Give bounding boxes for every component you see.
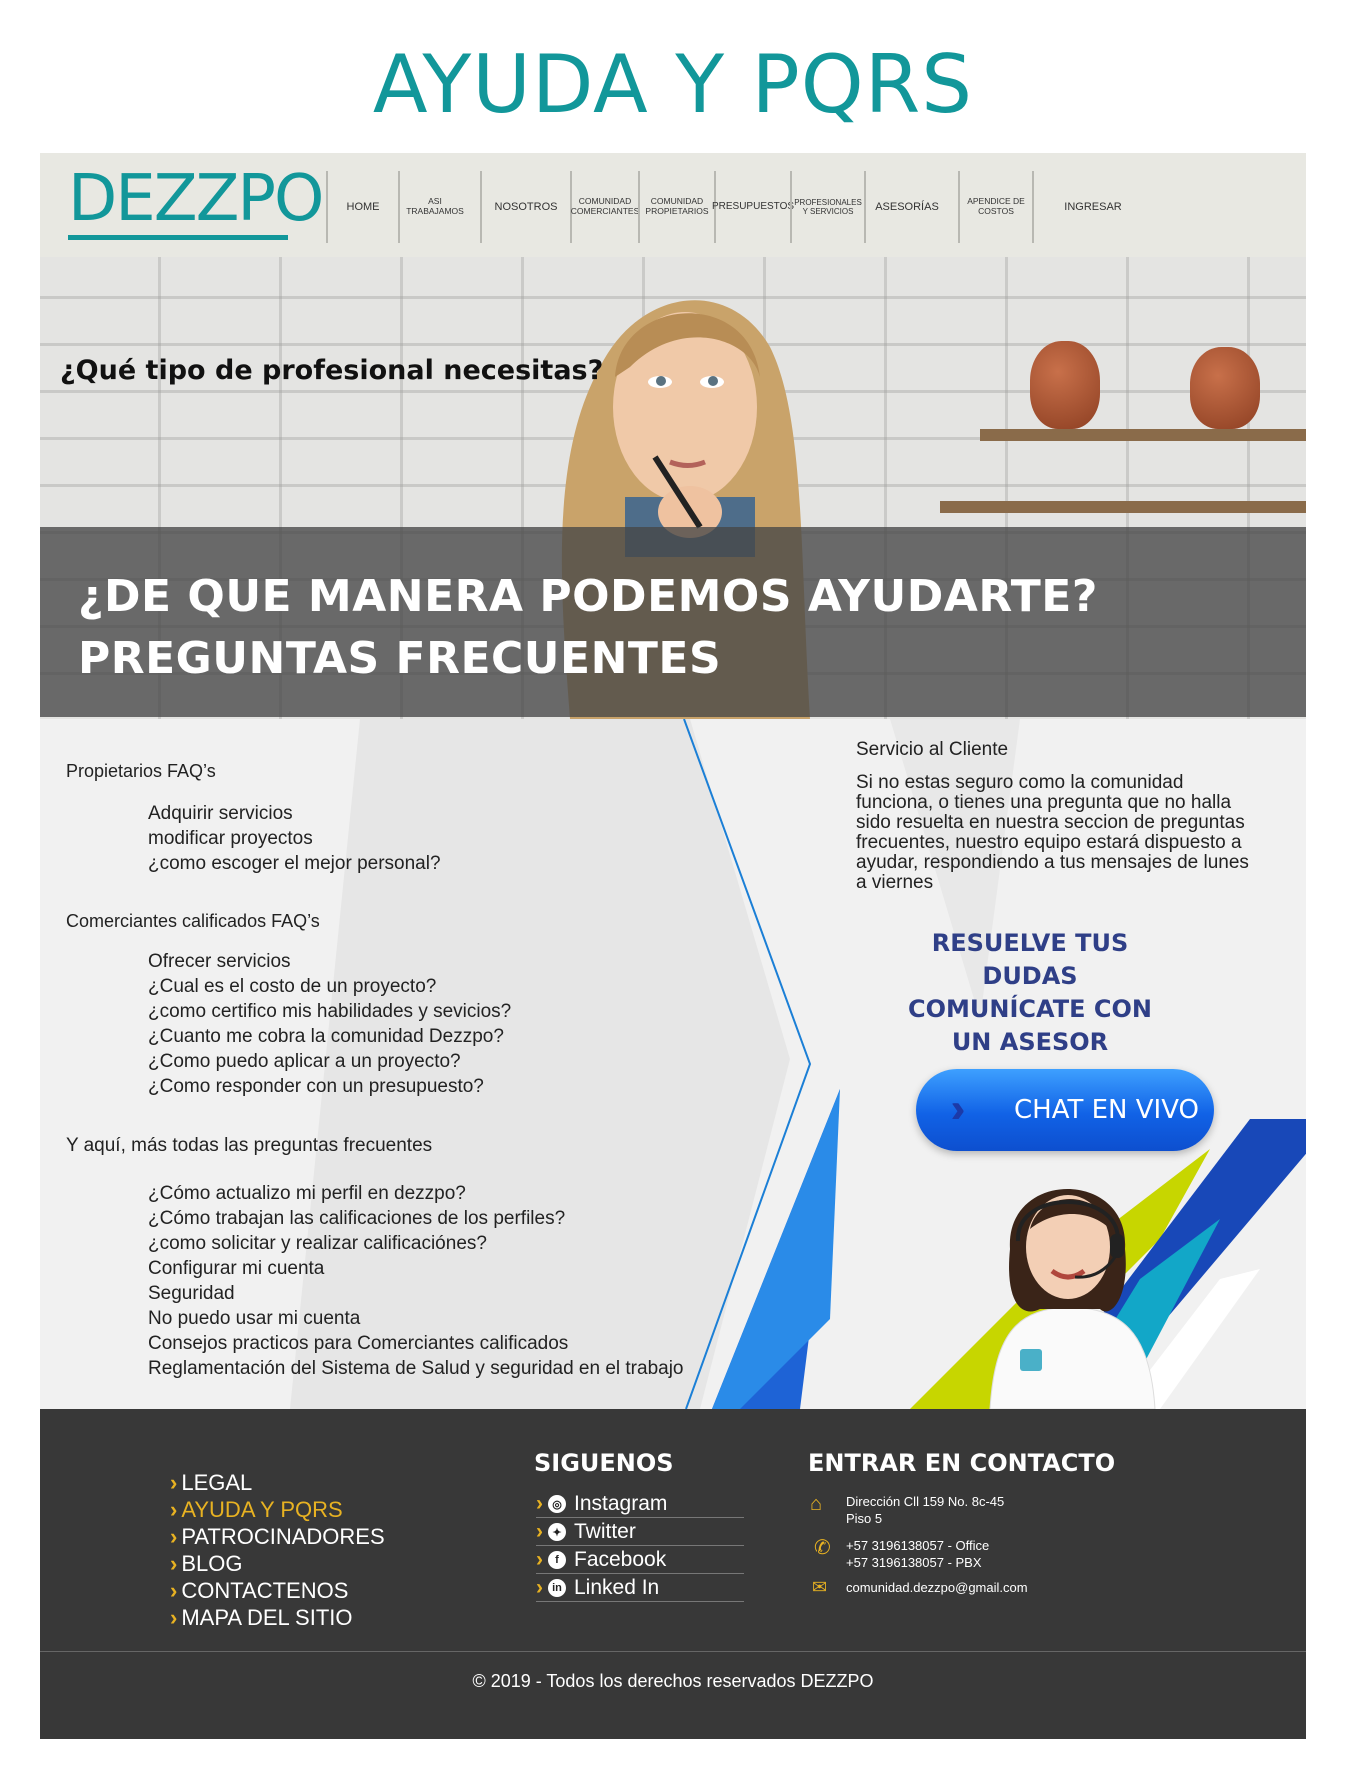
faq-link[interactable]: No puedo usar mi cuenta: [148, 1306, 684, 1331]
faq-link[interactable]: Adquirir servicios: [148, 801, 441, 826]
faq-general-title: Y aquí, más todas las preguntas frecuent…: [66, 1135, 433, 1156]
hero-headline-line1: ¿DE QUE MANERA PODEMOS AYUDARTE?: [78, 571, 1098, 622]
footer-link-blog[interactable]: › BLOG: [170, 1550, 385, 1577]
phone-icon: ✆: [814, 1537, 831, 1559]
service-title: Servicio al Cliente: [856, 739, 1009, 760]
chevron-right-icon: ›: [170, 1605, 178, 1630]
site-footer: › LEGAL › AYUDA Y PQRS › PATROCINADORES › BL…: [40, 1409, 1306, 1739]
home-icon: ⌂: [810, 1493, 823, 1515]
clay-pot-image: [1190, 347, 1260, 429]
kitchen-shelf: [980, 429, 1306, 441]
address-line: Dirección Cll 159 No. 8c-45: [846, 1494, 1005, 1509]
cta-line: COMUNÍCATE CON: [908, 995, 1152, 1023]
faq-main-section: Propietarios FAQ’s Adquirir servicios mo…: [40, 719, 1306, 1409]
faq-link[interactable]: ¿Cuanto me cobra la comunidad Dezzpo?: [148, 1024, 511, 1049]
footer-link-legal[interactable]: › LEGAL: [170, 1469, 385, 1496]
nav-presupuestos[interactable]: PRESUPUESTOS: [712, 171, 794, 243]
faq-link[interactable]: Consejos practicos para Comerciantes cal…: [148, 1331, 684, 1356]
chevron-right-icon: ›: [536, 1520, 543, 1543]
address-line: Piso 5: [846, 1511, 883, 1526]
chevron-right-icon: ›: [170, 1470, 178, 1495]
chevron-right-icon: ›: [170, 1551, 178, 1576]
footer-link-mapa[interactable]: › MAPA DEL SITIO: [170, 1604, 385, 1631]
chevron-right-icon: ›: [536, 1576, 543, 1599]
nav-profesionales-servicios[interactable]: PROFESIONALES Y SERVICIOS: [790, 171, 864, 243]
nav-nosotros[interactable]: NOSOTROS: [480, 171, 570, 243]
contact-advisor-cta: RESUELVE TUS DUDAS COMUNÍCATE CON UN ASE…: [880, 927, 1180, 1059]
hero-headline-band: ¿DE QUE MANERA PODEMOS AYUDARTE? PREGUNT…: [40, 527, 1306, 717]
phone-office: +57 3196138057 - Office: [846, 1538, 990, 1553]
contact-phones: +57 3196138057 - Office +57 3196138057 -…: [846, 1537, 989, 1571]
phone-pbx: +57 3196138057 - PBX: [846, 1555, 982, 1570]
hero-question: ¿Qué tipo de profesional necesitas?: [60, 355, 604, 386]
twitter-icon: ✦: [548, 1523, 566, 1541]
faq-link[interactable]: ¿Como responder con un presupuesto?: [148, 1074, 511, 1099]
dezzpo-logo[interactable]: DEZZPO: [68, 167, 324, 231]
top-navbar: DEZZPO HOME ASI TRABAJAMOS NOSOTROS COMU…: [40, 153, 1306, 257]
faq-link[interactable]: ¿como certifico mis habilidades y sevici…: [148, 999, 511, 1024]
faq-comerciantes-list: Ofrecer servicios ¿Cual es el costo de u…: [148, 949, 511, 1099]
chevron-right-icon: ›: [536, 1548, 543, 1571]
nav-apendice-costos[interactable]: APENDICE DE COSTOS: [958, 171, 1032, 243]
footer-link-patrocinadores[interactable]: › PATROCINADORES: [170, 1523, 385, 1550]
faq-link[interactable]: ¿Cual es el costo de un proyecto?: [148, 974, 511, 999]
page-title: AYUDA Y PQRS: [372, 38, 974, 131]
social-heading: SIGUENOS: [534, 1449, 674, 1477]
cta-line: UN ASESOR: [951, 1028, 1109, 1056]
nav-ingresar[interactable]: INGRESAR: [1032, 171, 1152, 243]
hero-headline-line2: PREGUNTAS FRECUENTES: [78, 633, 722, 684]
faq-comerciantes-title: Comerciantes calificados FAQ’s: [66, 911, 320, 931]
faq-link[interactable]: ¿Como puedo aplicar a un proyecto?: [148, 1049, 511, 1074]
faq-link[interactable]: Ofrecer servicios: [148, 949, 511, 974]
copyright-text: © 2019 - Todos los derechos reservados D…: [472, 1671, 874, 1691]
contact-heading: ENTRAR EN CONTACTO: [808, 1449, 1116, 1477]
faq-link[interactable]: Configurar mi cuenta: [148, 1256, 684, 1281]
chevron-right-icon: ›: [170, 1497, 178, 1522]
faq-link[interactable]: Seguridad: [148, 1281, 684, 1306]
support-agent-photo: [989, 1189, 1156, 1409]
nav-home[interactable]: HOME: [326, 171, 398, 243]
faq-link[interactable]: Reglamentación del Sistema de Salud y se…: [148, 1356, 684, 1381]
footer-link-ayuda[interactable]: › AYUDA Y PQRS: [170, 1496, 385, 1523]
chevron-right-icon: ›: [170, 1578, 178, 1603]
instagram-icon: ◎: [548, 1495, 566, 1513]
social-link-linkedin[interactable]: › in Linked In: [536, 1575, 744, 1602]
footer-divider: [40, 1651, 1306, 1652]
footer-link-contactenos[interactable]: › CONTACTENOS: [170, 1577, 385, 1604]
linkedin-icon: in: [548, 1579, 566, 1597]
faq-link[interactable]: ¿Cómo actualizo mi perfil en dezzpo?: [148, 1181, 684, 1206]
hero-banner: ¿Qué tipo de profesional necesitas? ¿DE …: [40, 257, 1306, 719]
nav-comunidad-propietarios[interactable]: COMUNIDAD PROPIETARIOS: [638, 171, 714, 243]
faq-link[interactable]: ¿Cómo trabajan las calificaciones de los…: [148, 1206, 684, 1231]
faq-propietarios-list: Adquirir servicios modificar proyectos ¿…: [148, 801, 441, 876]
faq-propietarios-title: Propietarios FAQ’s: [66, 761, 216, 781]
live-chat-label: CHAT EN VIVO: [1014, 1095, 1200, 1125]
live-chat-button[interactable]: ››› CHAT EN VIVO: [916, 1069, 1214, 1151]
logo-underline: [68, 235, 288, 240]
social-link-instagram[interactable]: › ◎ Instagram: [536, 1491, 744, 1518]
nav-asesorias[interactable]: ASESORÍAS: [864, 171, 948, 243]
clay-pot-image: [1030, 341, 1100, 429]
faq-link[interactable]: ¿como escoger el mejor personal?: [148, 851, 441, 876]
nav-asi-trabajamos[interactable]: ASI TRABAJAMOS: [398, 171, 470, 243]
facebook-icon: f: [548, 1551, 566, 1569]
service-description: Si no estas seguro como la comunidad fun…: [856, 772, 1249, 893]
kitchen-shelf: [940, 501, 1306, 513]
mail-icon: ✉: [812, 1577, 828, 1597]
contact-address: Dirección Cll 159 No. 8c-45 Piso 5: [846, 1493, 1004, 1527]
chevron-right-icon: ›: [536, 1492, 543, 1515]
social-link-facebook[interactable]: › f Facebook: [536, 1547, 744, 1574]
nav-comunidad-comerciantes[interactable]: COMUNIDAD COMERCIANTES: [570, 171, 639, 243]
social-link-twitter[interactable]: › ✦ Twitter: [536, 1519, 744, 1546]
faq-link[interactable]: ¿como solicitar y realizar calificacióne…: [148, 1231, 684, 1256]
faq-link[interactable]: modificar proyectos: [148, 826, 441, 851]
social-links: › ◎ Instagram › ✦ Twitter › f Facebook ›…: [536, 1491, 744, 1603]
faq-general-list: ¿Cómo actualizo mi perfil en dezzpo? ¿Có…: [148, 1181, 684, 1381]
chevron-right-icon: ›: [170, 1524, 178, 1549]
cta-line: RESUELVE TUS DUDAS: [931, 929, 1129, 990]
footer-links: › LEGAL › AYUDA Y PQRS › PATROCINADORES › BL…: [170, 1469, 385, 1631]
contact-email[interactable]: comunidad.dezzpo@gmail.com: [846, 1579, 1028, 1596]
